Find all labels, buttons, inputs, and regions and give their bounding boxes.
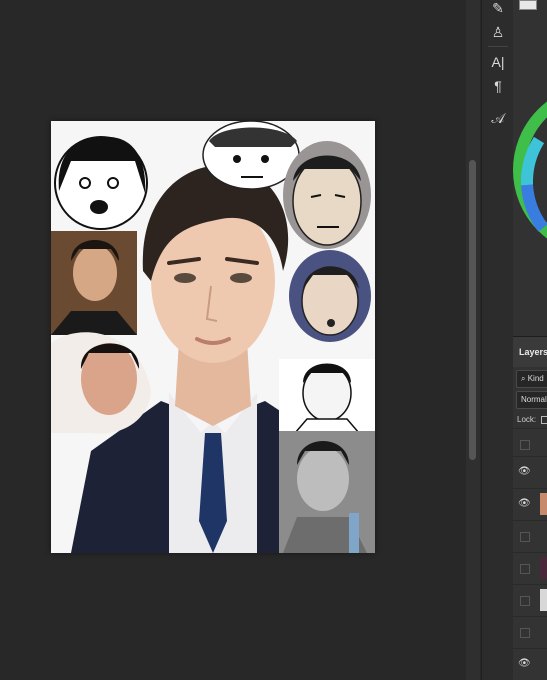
layer-filter-dropdown[interactable]: ⌕ Kind [516, 370, 547, 388]
lock-row: Lock: [517, 415, 547, 424]
manga-face-side [289, 250, 371, 342]
pen-tool-icon[interactable]: ✎ [486, 0, 510, 20]
eye-icon[interactable]: 👁 [518, 658, 531, 670]
eye-icon[interactable]: 👁 [518, 498, 531, 510]
layer-row[interactable] [513, 552, 547, 584]
manga-face-shocked [202, 121, 300, 190]
manga-face-buzzcut [283, 141, 371, 249]
photo-man-suit [51, 231, 137, 335]
glyph-tool-icon[interactable]: 𝒜 [486, 106, 510, 130]
reference-collage [51, 121, 375, 553]
layer-thumbnail [540, 589, 547, 611]
layer-row[interactable]: 👁 [513, 648, 547, 680]
color-wheel-icon[interactable] [513, 0, 547, 330]
lock-label: Lock: [517, 415, 537, 424]
layer-filter-label: Kind [527, 374, 544, 383]
layer-row[interactable] [513, 520, 547, 552]
eye-icon[interactable]: 👁 [518, 466, 531, 478]
lock-transparency-checkbox[interactable] [541, 415, 547, 424]
layers-panel-title[interactable]: Layers [519, 347, 547, 357]
paragraph-tool-icon[interactable]: ¶ [486, 74, 510, 98]
visibility-toggle[interactable] [520, 440, 530, 450]
tool-separator [488, 46, 508, 47]
layers-panel-header[interactable]: Layers [513, 336, 547, 367]
layer-row[interactable]: 👁 [513, 456, 547, 488]
layer-thumbnail [540, 557, 547, 579]
layer-row[interactable] [513, 584, 547, 616]
visibility-toggle[interactable] [520, 596, 530, 606]
blend-mode-value: Normal [521, 395, 547, 404]
manga-face-screaming [54, 136, 148, 230]
document-canvas[interactable] [51, 121, 375, 553]
tools-panel: ✎ ♙ A| ¶ 𝒜 [481, 0, 515, 680]
type-tool-icon[interactable]: A| [486, 50, 510, 74]
right-panels: Layers ⌕ Kind Normal Lock: 👁 👁 👁 [513, 0, 547, 680]
layer-row[interactable]: 👁 [513, 488, 547, 520]
canvas-workspace[interactable] [0, 0, 468, 680]
layer-thumbnail [540, 493, 547, 515]
search-icon: ⌕ [521, 374, 526, 383]
visibility-toggle[interactable] [520, 628, 530, 638]
visibility-toggle[interactable] [520, 532, 530, 542]
color-panel [513, 0, 547, 330]
visibility-toggle[interactable] [520, 564, 530, 574]
photo-man-bw [279, 431, 375, 553]
canvas-vertical-scrollbar[interactable] [466, 0, 480, 680]
blend-mode-dropdown[interactable]: Normal [516, 391, 547, 409]
stamp-tool-icon[interactable]: ♙ [486, 20, 510, 44]
scrollbar-thumb[interactable] [469, 160, 476, 460]
layer-row[interactable] [513, 616, 547, 648]
